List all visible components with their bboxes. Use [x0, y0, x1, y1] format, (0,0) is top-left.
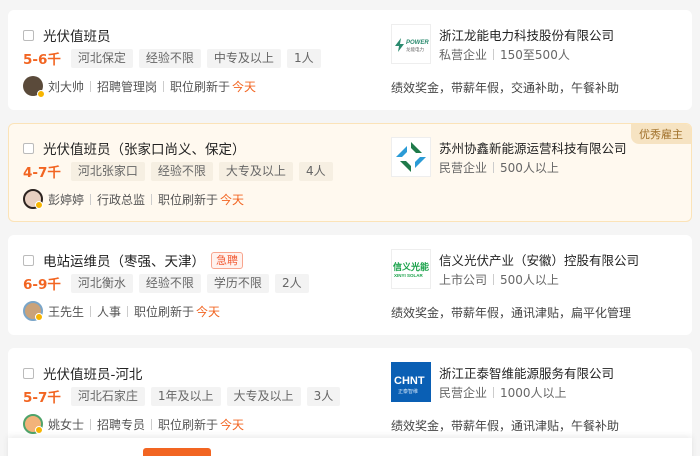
xinyi-logo-icon: 信义光能 XINYI SOLAR — [393, 261, 429, 278]
tag-education: 大专及以上 — [226, 386, 301, 406]
salary: 5-6千 — [23, 52, 61, 68]
svg-text:CHNT: CHNT — [394, 375, 425, 387]
chnt-logo-icon: CHNT 正泰智维 — [394, 375, 425, 395]
select-checkbox[interactable] — [23, 367, 34, 379]
refresh-label: 职位刷新于 — [134, 304, 195, 319]
company-type: 私营企业 — [439, 48, 488, 62]
tag-experience: 经验不限 — [138, 48, 201, 68]
company-name[interactable]: 浙江龙能电力科技股份有限公司 — [439, 25, 614, 44]
welfare-list: 绩效奖金，带薪年假，交通补助，午餐补助 — [391, 81, 620, 95]
recruiter-role: 招聘专员 — [97, 417, 146, 432]
tag-headcount: 4人 — [298, 161, 333, 181]
tag-headcount: 2人 — [274, 273, 309, 293]
urgent-badge: 急聘 — [211, 251, 243, 269]
apply-button[interactable] — [143, 448, 211, 456]
avatar — [23, 189, 43, 209]
tag-experience: 经验不限 — [138, 273, 201, 293]
recruiter-name: 刘大帅 — [48, 79, 85, 94]
refresh-time: 今天 — [220, 417, 245, 432]
bottom-action-bar — [8, 438, 692, 456]
salary: 4-7千 — [23, 165, 61, 181]
svg-text:信义光能: 信义光能 — [393, 261, 429, 273]
refresh-label: 职位刷新于 — [158, 417, 219, 432]
company-size: 1000人以上 — [500, 386, 567, 400]
tag-location: 河北保定 — [70, 48, 133, 68]
recruiter-role: 行政总监 — [97, 192, 146, 207]
select-checkbox[interactable] — [23, 29, 34, 41]
company-name[interactable]: 苏州协鑫新能源运营科技有限公司 — [439, 138, 627, 157]
salary: 5-7千 — [23, 390, 61, 406]
job-title[interactable]: 光伏值班员 — [43, 25, 111, 45]
company-size: 500人以上 — [500, 273, 559, 287]
job-title[interactable]: 光伏值班员（张家口尚义、保定） — [43, 138, 246, 158]
company-logo[interactable]: POWER 龙能电力 — [391, 24, 431, 64]
gcl-logo-icon — [396, 142, 426, 172]
company-type: 民营企业 — [439, 161, 488, 175]
recruiter-name: 王先生 — [48, 304, 85, 319]
svg-text:正泰智维: 正泰智维 — [398, 388, 418, 395]
job-card[interactable]: 光伏值班员 5-6千 河北保定 经验不限 中专及以上 1人 刘大帅 招聘管理岗 … — [8, 10, 692, 110]
company-logo[interactable]: 信义光能 XINYI SOLAR — [391, 249, 431, 289]
refresh-time: 今天 — [232, 79, 257, 94]
power-logo-icon: POWER 龙能电力 — [395, 38, 429, 53]
svg-text:XINYI SOLAR: XINYI SOLAR — [394, 273, 424, 278]
job-title[interactable]: 光伏值班员-河北 — [43, 363, 142, 383]
avatar — [23, 414, 43, 434]
tag-location: 河北石家庄 — [70, 386, 145, 406]
recruiter-name: 姚女士 — [48, 417, 85, 432]
tag-education: 大专及以上 — [218, 161, 293, 181]
tag-headcount: 1人 — [286, 48, 321, 68]
job-card[interactable]: 电站运维员（枣强、天津） 急聘 6-9千 河北衡水 经验不限 学历不限 2人 王… — [8, 235, 692, 335]
tag-experience: 1年及以上 — [150, 386, 221, 406]
recruiter-name: 彭婷婷 — [48, 192, 85, 207]
refresh-time: 今天 — [196, 304, 221, 319]
recruiter-role: 招聘管理岗 — [97, 79, 158, 94]
refresh-label: 职位刷新于 — [170, 79, 231, 94]
svg-text:POWER: POWER — [406, 40, 429, 46]
select-checkbox[interactable] — [23, 254, 34, 266]
welfare-list: 绩效奖金，带薪年假，通讯津贴，扁平化管理 — [391, 306, 632, 320]
company-name[interactable]: 信义光伏产业（安徽）控股有限公司 — [439, 250, 639, 269]
company-type: 民营企业 — [439, 386, 488, 400]
salary: 6-9千 — [23, 277, 61, 293]
company-size: 500人以上 — [500, 161, 559, 175]
tag-experience: 经验不限 — [150, 161, 213, 181]
company-name[interactable]: 浙江正泰智维能源服务有限公司 — [439, 363, 614, 382]
company-size: 150至500人 — [500, 48, 570, 62]
tag-headcount: 3人 — [306, 386, 341, 406]
recruiter-role: 人事 — [97, 304, 122, 319]
job-card[interactable]: 光伏值班员-河北 5-7千 河北石家庄 1年及以上 大专及以上 3人 姚女士 招… — [8, 348, 692, 448]
welfare-list: 绩效奖金，带薪年假，通讯津贴，午餐补助 — [391, 419, 620, 433]
tag-location: 河北衡水 — [70, 273, 133, 293]
tag-location: 河北张家口 — [70, 161, 145, 181]
excellent-employer-badge: 优秀雇主 — [631, 124, 691, 144]
company-logo[interactable]: CHNT 正泰智维 — [391, 362, 431, 402]
refresh-time: 今天 — [220, 192, 245, 207]
company-logo[interactable] — [391, 137, 431, 177]
tag-education: 中专及以上 — [206, 48, 281, 68]
company-type: 上市公司 — [439, 273, 488, 287]
refresh-label: 职位刷新于 — [158, 192, 219, 207]
select-checkbox[interactable] — [23, 142, 34, 154]
job-card[interactable]: 优秀雇主 光伏值班员（张家口尚义、保定） 4-7千 河北张家口 经验不限 大专及… — [8, 123, 692, 222]
avatar — [23, 301, 43, 321]
svg-text:龙能电力: 龙能电力 — [406, 46, 424, 53]
tag-education: 学历不限 — [206, 273, 269, 293]
job-title[interactable]: 电站运维员（枣强、天津） — [43, 250, 205, 270]
avatar — [23, 76, 45, 98]
